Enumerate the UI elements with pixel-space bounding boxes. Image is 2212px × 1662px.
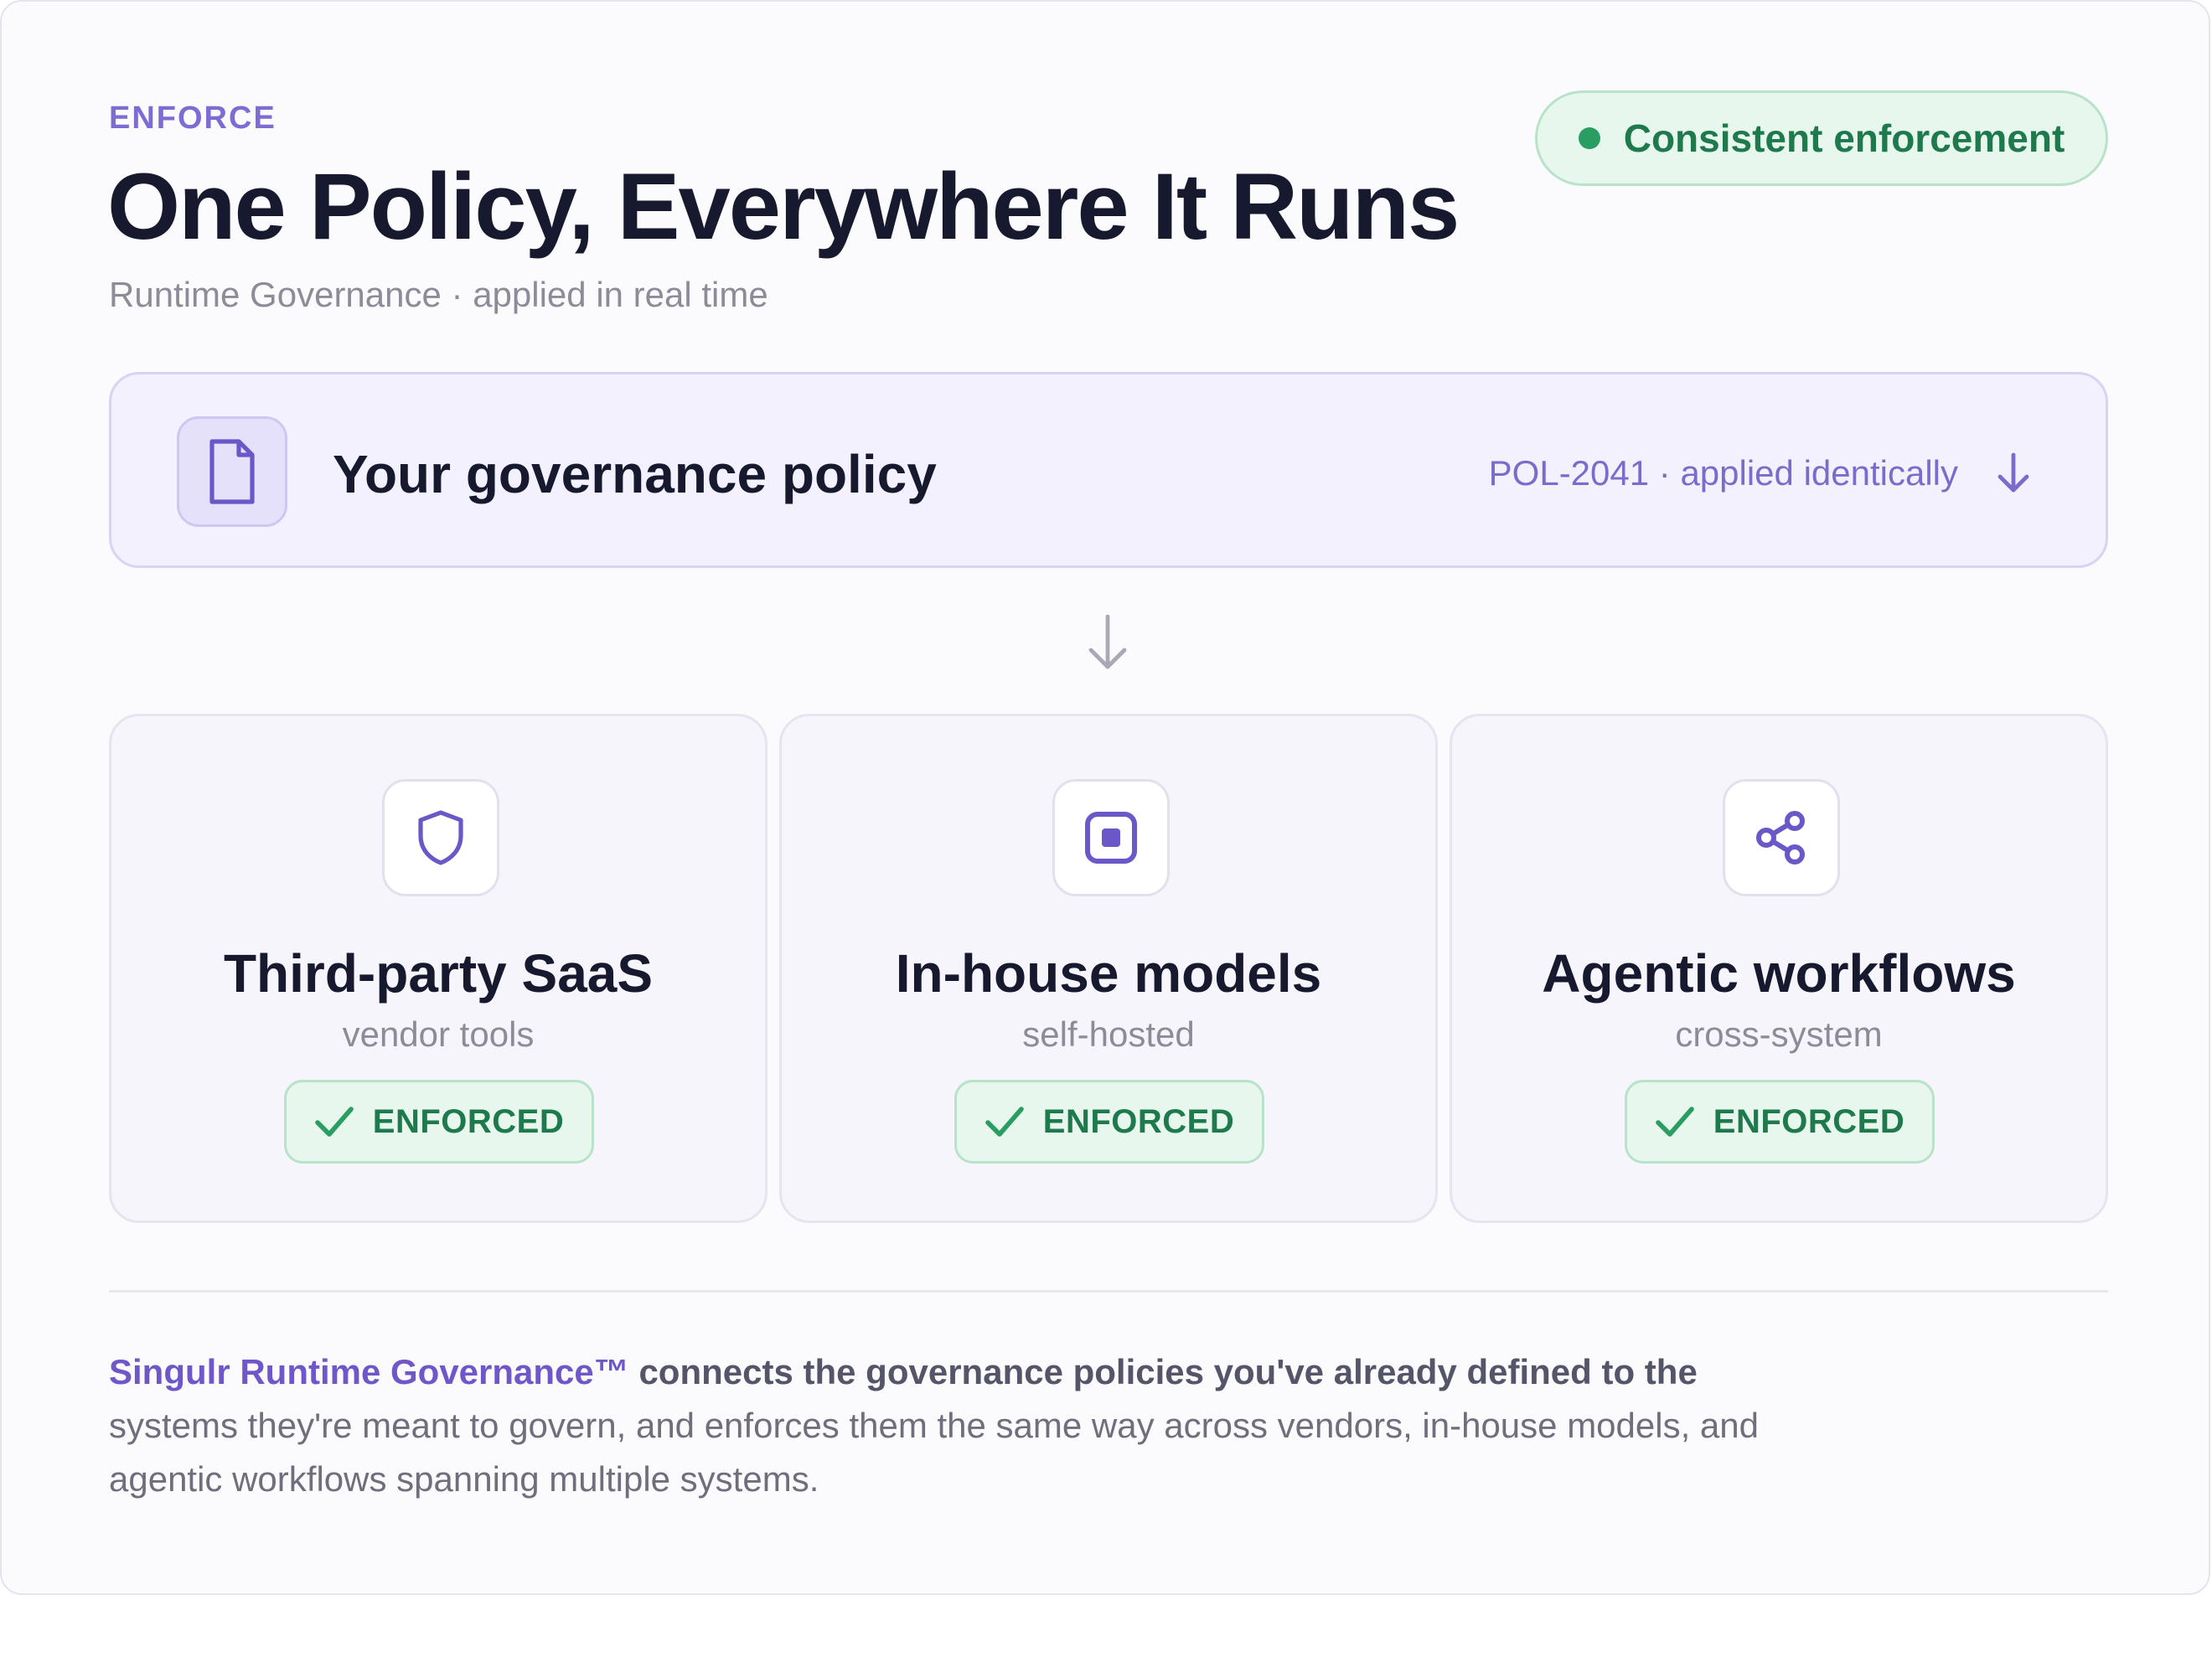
status-badge: Consistent enforcement [1535,90,2108,186]
footer-description: Singulr Runtime Governance™ connects the… [109,1345,1785,1506]
shield-icon [382,779,499,896]
target-subtitle: vendor tools [342,1014,535,1054]
page-title: One Policy, Everywhere It Runs [107,154,1460,259]
check-icon [985,1107,1024,1137]
enforced-badge: ENFORCED [284,1080,594,1164]
page-subtitle: Runtime Governance · applied in real tim… [109,275,768,314]
divider [109,1290,2108,1293]
target-subtitle: cross-system [1675,1014,1883,1054]
check-icon [314,1107,354,1137]
footer-brand: Singulr Runtime Governance™ [109,1352,629,1391]
arrow-down-icon [1998,452,2029,493]
document-icon [177,416,287,527]
target-title: Agentic workflows [1542,943,2016,1004]
governance-card: ENFORCE One Policy, Everywhere It Runs R… [0,0,2210,1595]
enforced-badge-label: ENFORCED [372,1102,565,1140]
status-badge-label: Consistent enforcement [1623,116,2065,160]
enforced-badge-label: ENFORCED [1713,1102,1905,1140]
policy-banner[interactable]: Your governance policy POL-2041 · applie… [109,372,2108,568]
target-subtitle: self-hosted [1022,1014,1195,1054]
eyebrow-label: ENFORCE [109,101,276,136]
target-card-inhouse[interactable]: In-house models self-hosted ENFORCED [779,714,1438,1223]
enforced-badge-label: ENFORCED [1042,1102,1235,1140]
policy-title: Your governance policy [333,444,937,504]
share-nodes-icon [1723,779,1840,896]
policy-meta: POL-2041 · applied identically [1488,453,1958,493]
target-card-saas[interactable]: Third-party SaaS vendor tools ENFORCED [109,714,767,1223]
check-icon [1655,1107,1694,1137]
status-dot-icon [1578,127,1600,149]
enforced-badge: ENFORCED [1625,1080,1935,1164]
footer-body: systems they're meant to govern, and enf… [109,1406,1759,1499]
flow-arrow-down-icon [1088,614,1127,669]
target-card-agentic[interactable]: Agentic workflows cross-system ENFORCED [1450,714,2108,1223]
footer-lead: connects the governance policies you've … [638,1352,1698,1391]
chip-icon [1052,779,1170,896]
enforced-badge: ENFORCED [954,1080,1264,1164]
target-title: In-house models [895,943,1322,1004]
target-title: Third-party SaaS [223,943,654,1004]
